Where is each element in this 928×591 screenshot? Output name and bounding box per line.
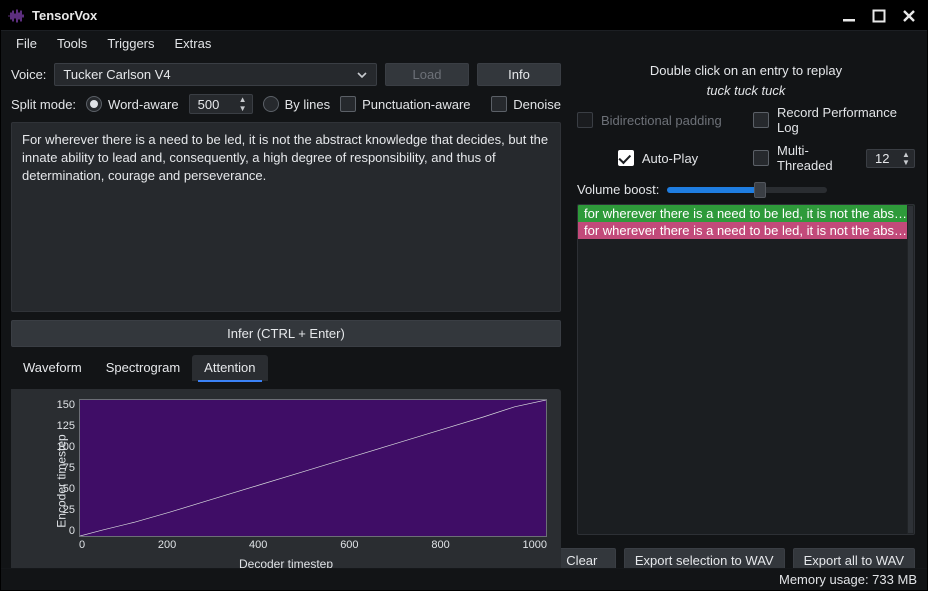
infer-button[interactable]: Infer (CTRL + Enter) (11, 320, 561, 347)
word-aware-number[interactable]: ▲ ▼ (189, 94, 253, 114)
tab-waveform[interactable]: Waveform (11, 355, 94, 381)
bidi-padding-label: Bidirectional padding (601, 113, 722, 128)
tab-attention[interactable]: Attention (192, 355, 267, 381)
word-aware-label: Word-aware (108, 97, 179, 112)
chevron-down-icon[interactable]: ▼ (236, 104, 250, 113)
chevron-up-icon[interactable]: ▲ (236, 95, 250, 104)
spinner-buttons[interactable]: ▲ ▼ (900, 150, 912, 166)
chevron-down-icon[interactable]: ▼ (900, 158, 912, 166)
chart-xticks: 02004006008001000 (79, 539, 547, 553)
history-item[interactable]: for wherever there is a need to be led, … (578, 222, 914, 239)
chart-xlabel: Decoder timestep (239, 557, 333, 568)
voice-row: Voice: Tucker Carlson V4 Load Info (11, 63, 561, 86)
history-list[interactable]: for wherever there is a need to be led, … (577, 204, 915, 535)
statusbar: Memory usage: 733 MB (1, 568, 927, 590)
check-auto-play[interactable] (618, 150, 634, 166)
load-button[interactable]: Load (385, 63, 469, 86)
menubar: File Tools Triggers Extras (1, 31, 927, 55)
left-panel: Voice: Tucker Carlson V4 Load Info Split… (1, 55, 569, 568)
list-scrollbar[interactable] (907, 205, 914, 534)
multi-threaded-spin[interactable]: ▲ ▼ (866, 149, 915, 168)
volume-label: Volume boost: (577, 182, 659, 197)
minimize-button[interactable] (837, 6, 861, 26)
voice-label: Voice: (11, 67, 46, 82)
by-lines-label: By lines (285, 97, 331, 112)
opt-multi-threaded: Multi-Threaded ▲ ▼ (753, 143, 915, 173)
text-input[interactable]: For wherever there is a need to be led, … (11, 122, 561, 312)
split-by-lines-group: By lines (263, 96, 331, 112)
voice-select[interactable]: Tucker Carlson V4 (54, 63, 377, 86)
menu-file[interactable]: File (7, 34, 46, 53)
radio-by-lines[interactable] (263, 96, 279, 112)
right-panel: Double click on an entry to replay tuck … (569, 55, 927, 568)
menu-extras[interactable]: Extras (166, 34, 221, 53)
info-button[interactable]: Info (477, 63, 561, 86)
denoise-label: Denoise (513, 97, 561, 112)
history-item[interactable]: for wherever there is a need to be led, … (578, 205, 914, 222)
app-window: TensorVox File Tools Triggers Extras Voi… (0, 0, 928, 591)
body: Voice: Tucker Carlson V4 Load Info Split… (1, 55, 927, 568)
split-label: Split mode: (11, 97, 76, 112)
options-grid: Bidirectional padding Record Performance… (577, 105, 915, 173)
titlebar: TensorVox (1, 1, 927, 31)
menu-triggers[interactable]: Triggers (98, 34, 163, 53)
check-punctuation-aware[interactable] (340, 96, 356, 112)
replay-hint: Double click on an entry to replay (577, 63, 915, 78)
denoise-group: Denoise (491, 96, 561, 112)
radio-word-aware[interactable] (86, 96, 102, 112)
opt-auto-play: Auto-Play (577, 150, 739, 166)
close-button[interactable] (897, 6, 921, 26)
multi-threaded-label: Multi-Threaded (777, 143, 858, 173)
window-controls (837, 6, 921, 26)
punct-aware-label: Punctuation-aware (362, 97, 470, 112)
check-denoise[interactable] (491, 96, 507, 112)
chevron-down-icon (356, 69, 368, 81)
chart-yticks: 1501251007550250 (47, 399, 75, 537)
spinner-buttons[interactable]: ▲ ▼ (236, 95, 250, 113)
bottom-buttons: Clear Export selection to WAV Export all… (577, 548, 915, 568)
split-punct-group: Punctuation-aware (340, 96, 470, 112)
app-icon (7, 7, 25, 25)
maximize-button[interactable] (867, 6, 891, 26)
menu-tools[interactable]: Tools (48, 34, 96, 53)
check-bidi-padding[interactable] (577, 112, 593, 128)
replay-hint-subtitle: tuck tuck tuck (577, 83, 915, 98)
volume-fill (667, 187, 760, 193)
volume-handle[interactable] (754, 182, 766, 198)
auto-play-label: Auto-Play (642, 151, 698, 166)
word-aware-number-input[interactable] (196, 96, 232, 113)
record-perf-label: Record Performance Log (777, 105, 915, 135)
app-title: TensorVox (32, 8, 97, 23)
volume-slider[interactable] (667, 187, 827, 193)
check-record-perf[interactable] (753, 112, 769, 128)
split-word-aware-group: Word-aware (86, 96, 179, 112)
memory-usage: Memory usage: 733 MB (779, 572, 917, 587)
opt-record-perf: Record Performance Log (753, 105, 915, 135)
export-all-button[interactable]: Export all to WAV (793, 548, 915, 568)
voice-selected: Tucker Carlson V4 (63, 67, 170, 82)
volume-row: Volume boost: (577, 182, 915, 197)
check-multi-threaded[interactable] (753, 150, 769, 166)
text-input-content: For wherever there is a need to be led, … (22, 132, 548, 183)
export-selection-button[interactable]: Export selection to WAV (624, 548, 785, 568)
tab-spectrogram[interactable]: Spectrogram (94, 355, 192, 381)
split-mode-row: Split mode: Word-aware ▲ ▼ By lines (11, 94, 561, 114)
chart-plot (79, 399, 547, 537)
multi-threaded-input[interactable] (873, 150, 897, 167)
viz-tabs: Waveform Spectrogram Attention (11, 355, 561, 381)
attention-chart: Encoder timestep Decoder timestep 150125… (11, 389, 561, 568)
opt-bidi-padding: Bidirectional padding (577, 112, 739, 128)
